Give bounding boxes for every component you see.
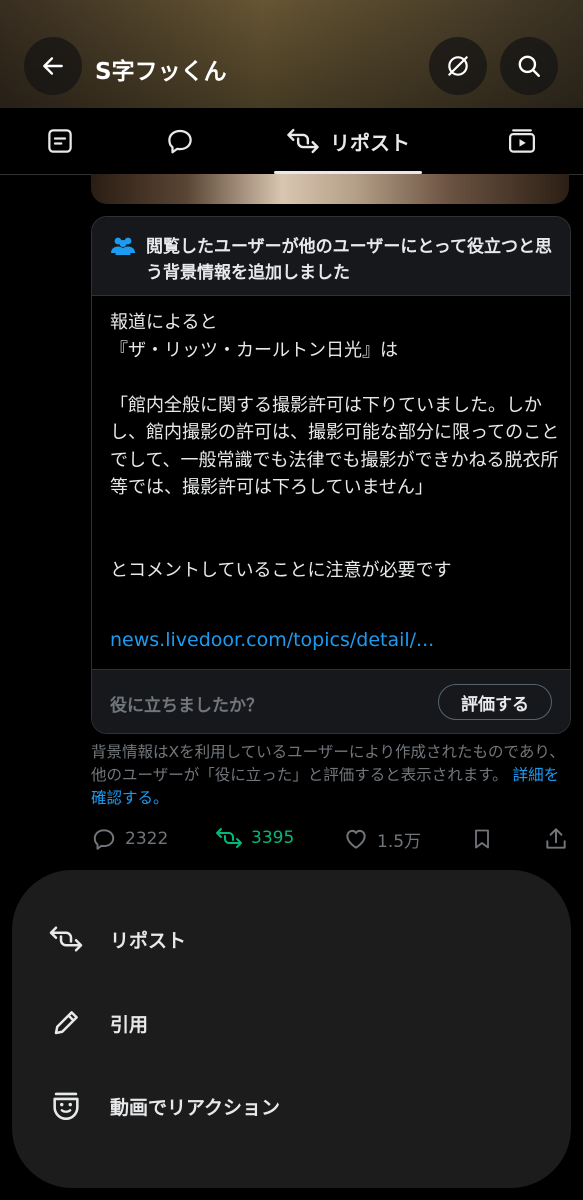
tab-articles[interactable] bbox=[22, 108, 98, 174]
video-icon bbox=[509, 129, 535, 153]
helpful-question: 役に立ちましたか？ bbox=[110, 696, 263, 716]
sheet-item-repost[interactable]: リポスト bbox=[48, 914, 186, 964]
back-button[interactable] bbox=[24, 37, 82, 95]
post-action-bar: 2322 3395 1.5万 bbox=[91, 826, 573, 858]
reply-count: 2322 bbox=[125, 829, 169, 849]
profile-header: S字フッくん bbox=[0, 0, 583, 108]
bookmark-action[interactable] bbox=[470, 826, 494, 852]
video-reaction-icon bbox=[53, 1092, 79, 1120]
like-action[interactable]: 1.5万 bbox=[343, 826, 421, 852]
tab-reposts[interactable]: リポスト bbox=[274, 108, 422, 174]
repost-icon bbox=[287, 128, 319, 154]
share-action[interactable] bbox=[543, 826, 569, 852]
post-media-image[interactable] bbox=[91, 174, 569, 204]
rate-button[interactable]: 評価する bbox=[438, 684, 552, 720]
grok-icon bbox=[448, 56, 468, 76]
tab-bar: リポスト bbox=[0, 108, 583, 175]
repost-action[interactable]: 3395 bbox=[215, 826, 294, 850]
sheet-item-quote[interactable]: 引用 bbox=[48, 998, 148, 1048]
tab-videos[interactable] bbox=[484, 108, 560, 174]
repost-count: 3395 bbox=[251, 828, 295, 848]
page-title: S字フッくん bbox=[95, 59, 227, 85]
share-icon bbox=[546, 828, 566, 849]
repost-icon bbox=[49, 926, 83, 952]
tab-replies[interactable] bbox=[142, 108, 218, 174]
sheet-item-label: リポスト bbox=[110, 929, 187, 952]
sheet-item-label: 引用 bbox=[110, 1013, 149, 1036]
community-note-heading: 閲覧したユーザーが他のユーザーにとって役立つと思う背景情報を追加しました bbox=[146, 237, 552, 283]
bookmark-icon bbox=[475, 829, 489, 849]
search-button[interactable] bbox=[500, 37, 558, 95]
repost-icon bbox=[216, 828, 242, 848]
reply-action[interactable]: 2322 bbox=[91, 826, 168, 852]
community-note-header: 閲覧したユーザーが他のユーザーにとって役立つと思う背景情報を追加しました bbox=[92, 217, 570, 296]
back-arrow-icon bbox=[43, 57, 63, 75]
community-note-source-link[interactable]: news.livedoor.com/topics/detail/... bbox=[110, 629, 434, 651]
community-note-footer: 役に立ちましたか？ 評価する bbox=[92, 669, 570, 733]
community-note-body: 報道によると 『ザ・リッツ・カールトン日光』は 「館内全般に関する撮影許可は下り… bbox=[110, 312, 560, 581]
reply-icon bbox=[168, 129, 192, 154]
repost-bottom-sheet: リポスト 引用 動画でリアクション bbox=[12, 870, 571, 1188]
grok-button[interactable] bbox=[429, 37, 487, 95]
community-note-disclaimer: 背景情報はXを利用しているユーザーにより作成されたものであり、他のユーザーが「役… bbox=[91, 741, 573, 810]
sheet-item-label: 動画でリアクション bbox=[110, 1096, 281, 1119]
disclaimer-text: 背景情報はXを利用しているユーザーにより作成されたものであり、他のユーザーが「役… bbox=[91, 743, 565, 784]
pencil-icon bbox=[54, 1011, 78, 1035]
community-note: 閲覧したユーザーが他のユーザーにとって役立つと思う背景情報を追加しました 報道に… bbox=[91, 216, 571, 734]
people-icon bbox=[111, 237, 135, 255]
sheet-item-video-reaction[interactable]: 動画でリアクション bbox=[48, 1081, 280, 1131]
article-icon bbox=[48, 129, 72, 153]
reply-icon bbox=[93, 829, 115, 850]
heart-icon bbox=[346, 829, 366, 849]
like-count: 1.5万 bbox=[377, 831, 422, 852]
search-icon bbox=[518, 55, 540, 77]
tab-reposts-label: リポスト bbox=[330, 130, 410, 155]
